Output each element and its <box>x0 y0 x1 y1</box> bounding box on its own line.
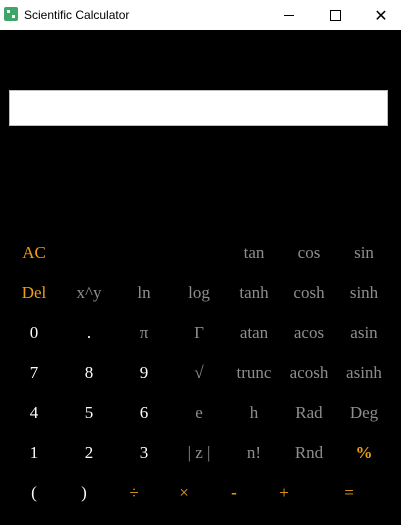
radians-button[interactable]: Rad <box>282 393 336 433</box>
decimal-point-button[interactable]: . <box>62 313 116 353</box>
equals-button[interactable]: = <box>322 473 376 513</box>
log-button[interactable]: log <box>172 273 226 313</box>
minimize-icon <box>284 14 294 16</box>
digit-5-button[interactable]: 5 <box>62 393 116 433</box>
asinh-button[interactable]: asinh <box>337 353 391 393</box>
clear-all-button[interactable]: AC <box>7 233 61 273</box>
atan-button[interactable]: atan <box>227 313 281 353</box>
cos-button[interactable]: cos <box>282 233 336 273</box>
pi-button[interactable]: π <box>117 313 171 353</box>
ln-button[interactable]: ln <box>117 273 171 313</box>
window-title: Scientific Calculator <box>24 8 130 22</box>
close-paren-button[interactable]: ) <box>57 473 111 513</box>
close-button[interactable]: ✕ <box>358 0 401 30</box>
tan-button[interactable]: tan <box>227 233 281 273</box>
minimize-button[interactable] <box>266 0 312 30</box>
divide-button[interactable]: ÷ <box>107 473 161 513</box>
digit-0-button[interactable]: 0 <box>7 313 61 353</box>
digit-8-button[interactable]: 8 <box>62 353 116 393</box>
calculator-display[interactable] <box>9 90 388 126</box>
digit-3-button[interactable]: 3 <box>117 433 171 473</box>
tanh-button[interactable]: tanh <box>227 273 281 313</box>
digit-7-button[interactable]: 7 <box>7 353 61 393</box>
subtract-button[interactable]: - <box>207 473 261 513</box>
digit-4-button[interactable]: 4 <box>7 393 61 433</box>
digit-6-button[interactable]: 6 <box>117 393 171 433</box>
maximize-button[interactable] <box>312 0 358 30</box>
percent-button[interactable]: % <box>337 433 391 473</box>
random-button[interactable]: Rnd <box>282 433 336 473</box>
sqrt-button[interactable]: √ <box>172 353 226 393</box>
maximize-icon <box>329 9 341 21</box>
digit-2-button[interactable]: 2 <box>62 433 116 473</box>
title-bar: Scientific Calculator ✕ <box>0 0 401 30</box>
acosh-button[interactable]: acosh <box>282 353 336 393</box>
sinh-button[interactable]: sinh <box>337 273 391 313</box>
degrees-button[interactable]: Deg <box>337 393 391 433</box>
close-icon: ✕ <box>374 5 388 25</box>
h-button[interactable]: h <box>227 393 281 433</box>
calculator-app-icon <box>4 7 18 21</box>
abs-button[interactable]: | z | <box>172 433 226 473</box>
digit-1-button[interactable]: 1 <box>7 433 61 473</box>
asin-button[interactable]: asin <box>337 313 391 353</box>
acos-button[interactable]: acos <box>282 313 336 353</box>
delete-button[interactable]: Del <box>7 273 61 313</box>
multiply-button[interactable]: × <box>157 473 211 513</box>
trunc-button[interactable]: trunc <box>227 353 281 393</box>
euler-button[interactable]: e <box>172 393 226 433</box>
cosh-button[interactable]: cosh <box>282 273 336 313</box>
open-paren-button[interactable]: ( <box>7 473 61 513</box>
digit-9-button[interactable]: 9 <box>117 353 171 393</box>
factorial-button[interactable]: n! <box>227 433 281 473</box>
add-button[interactable]: + <box>257 473 311 513</box>
gamma-button[interactable]: Γ <box>172 313 226 353</box>
power-button[interactable]: x^y <box>62 273 116 313</box>
sin-button[interactable]: sin <box>337 233 391 273</box>
